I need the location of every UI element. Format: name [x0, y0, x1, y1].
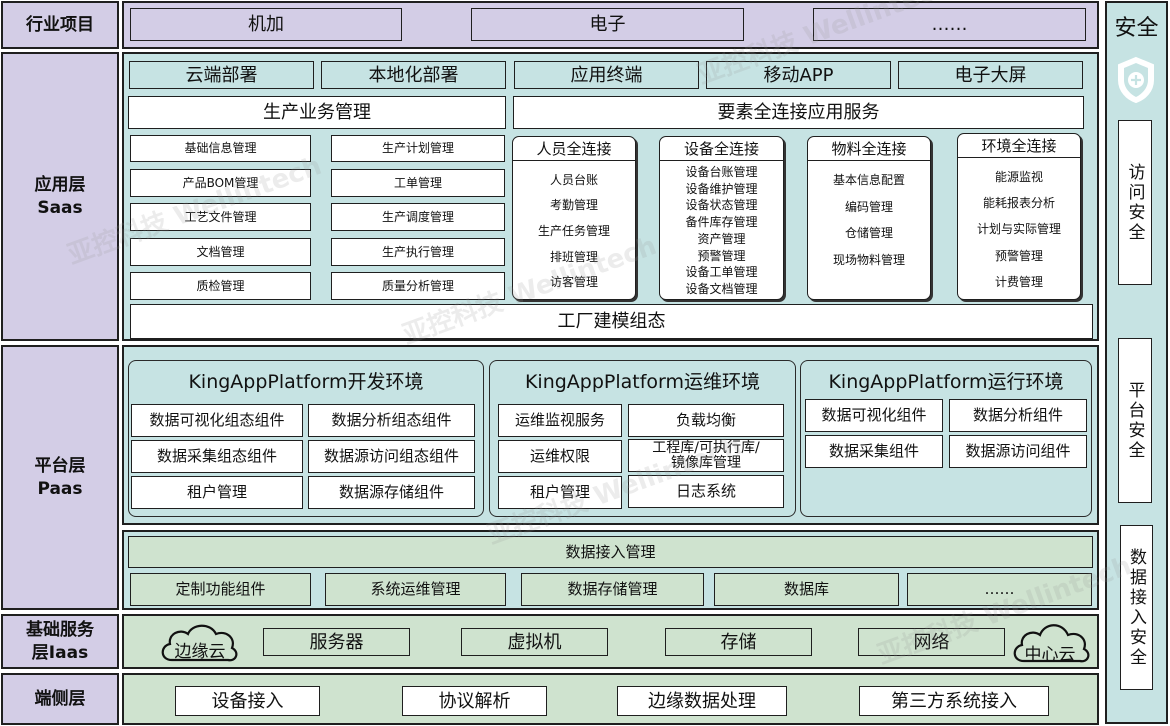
data-access-item: 数据存储管理 — [521, 573, 704, 606]
edge-item: 协议解析 — [402, 686, 547, 716]
production-item: 生产计划管理 — [331, 135, 505, 162]
infra-item: 存储 — [665, 628, 812, 656]
platform-component: 工程库/可执行库/ 镜像库管理 — [628, 439, 784, 472]
platform-component: 数据采集组态组件 — [131, 440, 303, 473]
platform-component: 数据源存储组件 — [308, 476, 475, 509]
platform-component: 负载均衡 — [628, 404, 784, 437]
deploy-local: 本地化部署 — [321, 61, 506, 89]
panel-title: KingAppPlatform运行环境 — [828, 371, 1064, 393]
data-access-title: 数据接入管理 — [128, 536, 1093, 568]
platform-component: 运维权限 — [498, 440, 622, 473]
platform-component: 数据分析组件 — [949, 399, 1087, 432]
center-cloud-label: 中心云 — [1024, 645, 1076, 665]
card-item: 人员台账 — [549, 172, 598, 187]
layer-label-edge: 端侧层 — [1, 673, 119, 725]
shield-plus-icon — [1118, 56, 1154, 104]
card-title: 设备全连接 — [660, 137, 783, 161]
layer-label-application: 应用层 Saas — [1, 52, 119, 341]
production-item: 基础信息管理 — [130, 135, 311, 162]
security-title: 安全 — [1114, 16, 1159, 41]
data-access-item: 系统运维管理 — [325, 573, 506, 606]
card-item: 仓储管理 — [844, 226, 893, 241]
edge-item: 边缘数据处理 — [617, 686, 787, 716]
card-title: 环境全连接 — [958, 134, 1080, 158]
platform-component: 数据分析组态组件 — [308, 404, 475, 437]
card-item: 预警管理 — [697, 248, 746, 263]
layer-label-platform: 平台层 Paas — [1, 345, 119, 610]
card-item: 排班管理 — [549, 249, 598, 264]
card-item: 备件库存管理 — [685, 215, 758, 230]
platform-component: 数据源访问组态组件 — [308, 440, 475, 473]
card-item: 计费管理 — [994, 274, 1043, 289]
factory-modeling: 工厂建模组态 — [130, 304, 1093, 339]
data-access-item: 定制功能组件 — [130, 573, 311, 606]
connect-card-personnel: 人员全连接 人员台账 考勤管理 生产任务管理 排班管理 访客管理 — [512, 136, 636, 300]
deploy-cloud: 云端部署 — [129, 61, 314, 89]
connect-service-title: 要素全连接应用服务 — [513, 96, 1084, 129]
card-title: 物料全连接 — [808, 137, 930, 161]
edge-item: 第三方系统接入 — [859, 686, 1049, 716]
layer-label-infrastructure: 基础服务 层Iaas — [1, 614, 119, 669]
card-item: 编码管理 — [844, 199, 893, 214]
production-item: 工艺文件管理 — [130, 203, 311, 231]
card-item: 访客管理 — [549, 275, 598, 290]
production-item: 工单管理 — [331, 169, 505, 197]
production-item: 文档管理 — [130, 238, 311, 266]
platform-component: 数据源访问组件 — [949, 435, 1087, 468]
security-access: 访问安全 — [1118, 120, 1152, 285]
security-data-access: 数据接入安全 — [1120, 525, 1153, 690]
card-item: 现场物料管理 — [832, 252, 905, 267]
platform-component: 数据采集组件 — [805, 435, 943, 468]
deploy-mobile-app: 移动APP — [706, 61, 891, 89]
production-management-title: 生产业务管理 — [128, 96, 506, 129]
card-item: 设备维护管理 — [685, 181, 758, 196]
edge-item: 设备接入 — [175, 686, 320, 716]
card-item: 预警管理 — [994, 248, 1043, 263]
edge-cloud-label: 边缘云 — [174, 642, 226, 662]
production-item: 质量分析管理 — [331, 272, 505, 300]
deploy-big-screen: 电子大屏 — [898, 61, 1083, 89]
production-item: 产品BOM管理 — [130, 169, 311, 197]
card-item: 设备工单管理 — [685, 265, 758, 280]
platform-component: 运维监视服务 — [498, 404, 622, 437]
platform-component: 租户管理 — [131, 476, 303, 509]
card-item: 能源监视 — [994, 170, 1043, 185]
infra-item: 虚拟机 — [461, 628, 608, 656]
connect-card-equipment: 设备全连接 设备台账管理 设备维护管理 设备状态管理 备件库存管理 资产管理 预… — [659, 136, 784, 300]
security-platform: 平台安全 — [1118, 338, 1152, 503]
card-item: 生产任务管理 — [537, 223, 610, 238]
deploy-terminal: 应用终端 — [514, 61, 699, 89]
industry-item: 机加 — [130, 8, 402, 41]
card-item: 能耗报表分析 — [982, 196, 1055, 211]
card-item: 计划与实际管理 — [976, 222, 1061, 237]
card-item: 基本信息配置 — [832, 173, 905, 188]
industry-item: 电子 — [471, 8, 744, 41]
data-access-item: …… — [907, 573, 1092, 606]
platform-component: 数据可视化组件 — [805, 399, 943, 432]
connect-card-environment: 环境全连接 能源监视 能耗报表分析 计划与实际管理 预警管理 计费管理 — [957, 133, 1081, 300]
platform-component: 数据可视化组态组件 — [131, 404, 303, 437]
card-item: 资产管理 — [697, 231, 746, 246]
connect-card-material: 物料全连接 基本信息配置 编码管理 仓储管理 现场物料管理 — [807, 136, 931, 300]
industry-item: …… — [813, 8, 1086, 41]
production-item: 生产执行管理 — [331, 238, 505, 266]
infra-item: 服务器 — [263, 628, 410, 656]
data-access-item: 数据库 — [714, 573, 899, 606]
card-item: 设备文档管理 — [685, 282, 758, 297]
panel-title: KingAppPlatform开发环境 — [188, 371, 424, 393]
platform-component: 日志系统 — [628, 475, 784, 508]
card-title: 人员全连接 — [513, 137, 635, 161]
production-item: 生产调度管理 — [331, 203, 505, 231]
infra-item: 网络 — [858, 628, 1005, 656]
layer-label-industry: 行业项目 — [1, 1, 119, 49]
card-item: 考勤管理 — [549, 198, 598, 213]
production-item: 质检管理 — [130, 272, 311, 300]
card-item: 设备状态管理 — [685, 198, 758, 213]
card-item: 设备台账管理 — [685, 164, 758, 179]
panel-title: KingAppPlatform运维环境 — [524, 371, 761, 393]
platform-component: 租户管理 — [498, 476, 622, 509]
